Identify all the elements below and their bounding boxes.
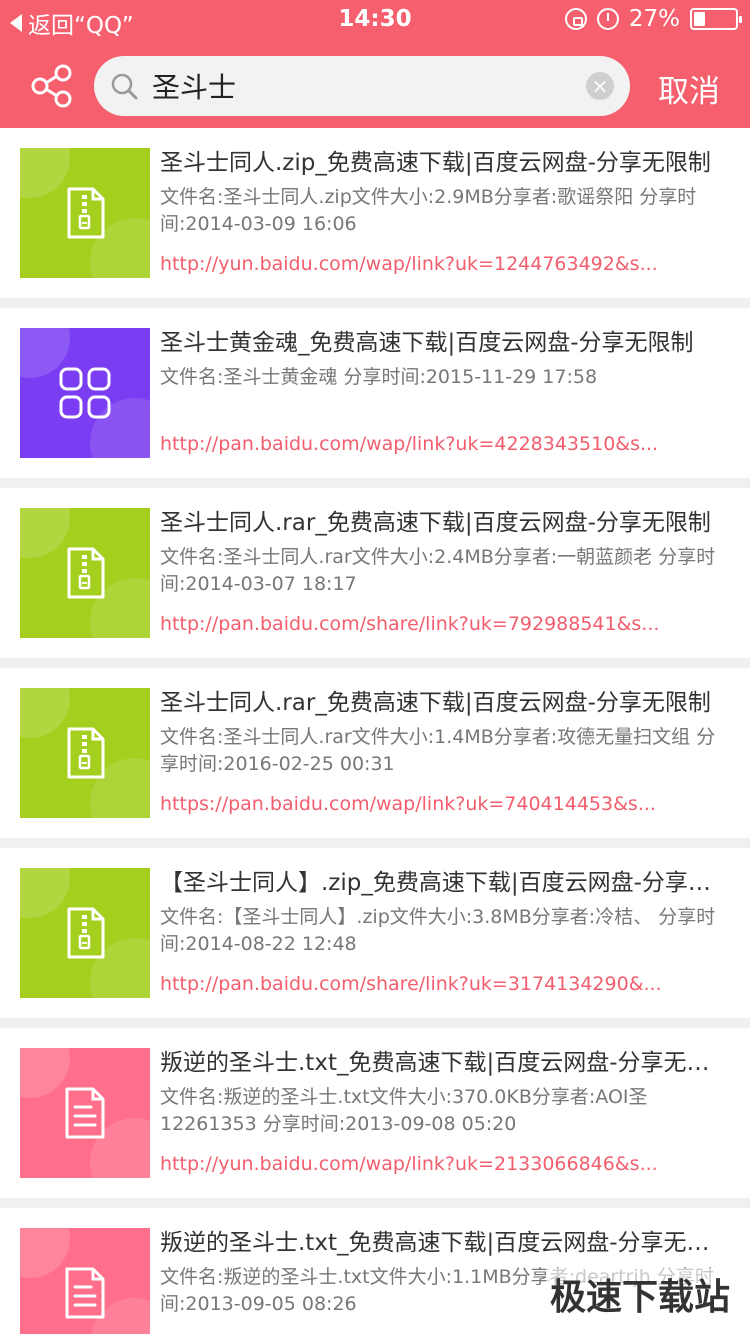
result-title[interactable]: 叛逆的圣斗士.txt_免费高速下载|百度云网盘-分享无限制 — [160, 1046, 730, 1080]
result-meta: 文件名:圣斗士黄金魂 分享时间:2015-11-29 17:58 — [160, 366, 598, 388]
zip-file-icon — [67, 727, 105, 779]
file-thumbnail — [20, 328, 150, 458]
battery-fill — [694, 12, 705, 26]
result-meta: 文件名:【圣斗士同人】.zip文件大小:3.8MB分享者:冷桔、 分享时间:20… — [160, 906, 716, 955]
result-title[interactable]: 圣斗士同人.zip_免费高速下载|百度云网盘-分享无限制 — [160, 146, 730, 180]
result-item[interactable]: 圣斗士同人.rar_免费高速下载|百度云网盘-分享无限制文件名:圣斗士同人.ra… — [0, 488, 750, 658]
result-title[interactable]: 圣斗士同人.rar_免费高速下载|百度云网盘-分享无限制 — [160, 506, 730, 540]
result-link[interactable]: http://yun.baidu.com/wap/link?uk=2133066… — [160, 1150, 720, 1178]
search-results-list: 圣斗士同人.zip_免费高速下载|百度云网盘-分享无限制文件名:圣斗士同人.zi… — [0, 128, 750, 1334]
divider — [0, 1198, 750, 1208]
cancel-button[interactable]: 取消 — [658, 66, 720, 111]
search-input[interactable] — [152, 66, 562, 106]
rotation-lock-icon — [564, 8, 587, 30]
file-thumbnail — [20, 508, 150, 638]
share-icon[interactable] — [28, 62, 76, 110]
divider — [0, 658, 750, 668]
result-title[interactable]: 圣斗士黄金魂_免费高速下载|百度云网盘-分享无限制 — [160, 326, 730, 360]
result-meta: 文件名:圣斗士同人.rar文件大小:2.4MB分享者:一朝蓝颜老 分享时间:20… — [160, 546, 716, 595]
result-link[interactable]: http://yun.baidu.com/wap/link?uk=4045733… — [160, 1330, 720, 1334]
result-link[interactable]: http://pan.baidu.com/share/link?uk=31741… — [160, 970, 720, 998]
search-bar[interactable]: × — [94, 56, 630, 116]
divider — [0, 1018, 750, 1028]
result-link[interactable]: http://pan.baidu.com/wap/link?uk=4228343… — [160, 430, 720, 458]
file-thumbnail — [20, 688, 150, 818]
result-meta: 文件名:圣斗士同人.zip文件大小:2.9MB分享者:歌谣祭阳 分享时间:201… — [160, 186, 697, 235]
clear-search-button[interactable]: × — [586, 72, 614, 100]
result-item[interactable]: 叛逆的圣斗士.txt_免费高速下载|百度云网盘-分享无限制文件名:叛逆的圣斗士.… — [0, 1028, 750, 1198]
result-meta: 文件名:叛逆的圣斗士.txt文件大小:370.0KB分享者:AOI圣122613… — [160, 1086, 648, 1135]
result-title[interactable]: 【圣斗士同人】.zip_免费高速下载|百度云网盘-分享无限制 — [160, 866, 730, 900]
result-title[interactable]: 圣斗士同人.rar_免费高速下载|百度云网盘-分享无限制 — [160, 686, 730, 720]
zip-file-icon — [67, 907, 105, 959]
result-item[interactable]: 【圣斗士同人】.zip_免费高速下载|百度云网盘-分享无限制文件名:【圣斗士同人… — [0, 848, 750, 1018]
result-meta: 文件名:圣斗士同人.rar文件大小:1.4MB分享者:攻德无量扫文组 分享时间:… — [160, 726, 716, 775]
status-icons: 27% — [564, 6, 742, 32]
result-item[interactable]: 圣斗士同人.rar_免费高速下载|百度云网盘-分享无限制文件名:圣斗士同人.ra… — [0, 668, 750, 838]
result-link[interactable]: http://yun.baidu.com/wap/link?uk=1244763… — [160, 250, 720, 278]
status-bar: 返回“QQ” 14:30 27% — [0, 0, 750, 40]
alarm-icon — [596, 8, 619, 30]
result-item[interactable]: 圣斗士同人.zip_免费高速下载|百度云网盘-分享无限制文件名:圣斗士同人.zi… — [0, 128, 750, 298]
file-thumbnail — [20, 868, 150, 998]
zip-file-icon — [67, 547, 105, 599]
text-file-icon — [65, 1087, 105, 1139]
result-link[interactable]: http://pan.baidu.com/share/link?uk=79298… — [160, 610, 720, 638]
file-thumbnail — [20, 1228, 150, 1334]
divider — [0, 298, 750, 308]
file-thumbnail — [20, 1048, 150, 1178]
zip-file-icon — [67, 187, 105, 239]
result-link[interactable]: https://pan.baidu.com/wap/link?uk=740414… — [160, 790, 720, 818]
battery-icon — [690, 8, 742, 30]
divider — [0, 838, 750, 848]
battery-percent: 27% — [628, 6, 680, 32]
divider — [0, 478, 750, 488]
watermark: 极速下载站 — [545, 1268, 734, 1320]
search-icon — [111, 73, 138, 100]
text-file-icon — [65, 1267, 105, 1319]
result-title[interactable]: 叛逆的圣斗士.txt_免费高速下载|百度云网盘-分享无限制 — [160, 1226, 730, 1260]
top-bar: 返回“QQ” 14:30 27% × 取消 — [0, 0, 750, 128]
result-item[interactable]: 圣斗士黄金魂_免费高速下载|百度云网盘-分享无限制文件名:圣斗士黄金魂 分享时间… — [0, 308, 750, 478]
apps-grid-icon — [59, 367, 111, 419]
file-thumbnail — [20, 148, 150, 278]
